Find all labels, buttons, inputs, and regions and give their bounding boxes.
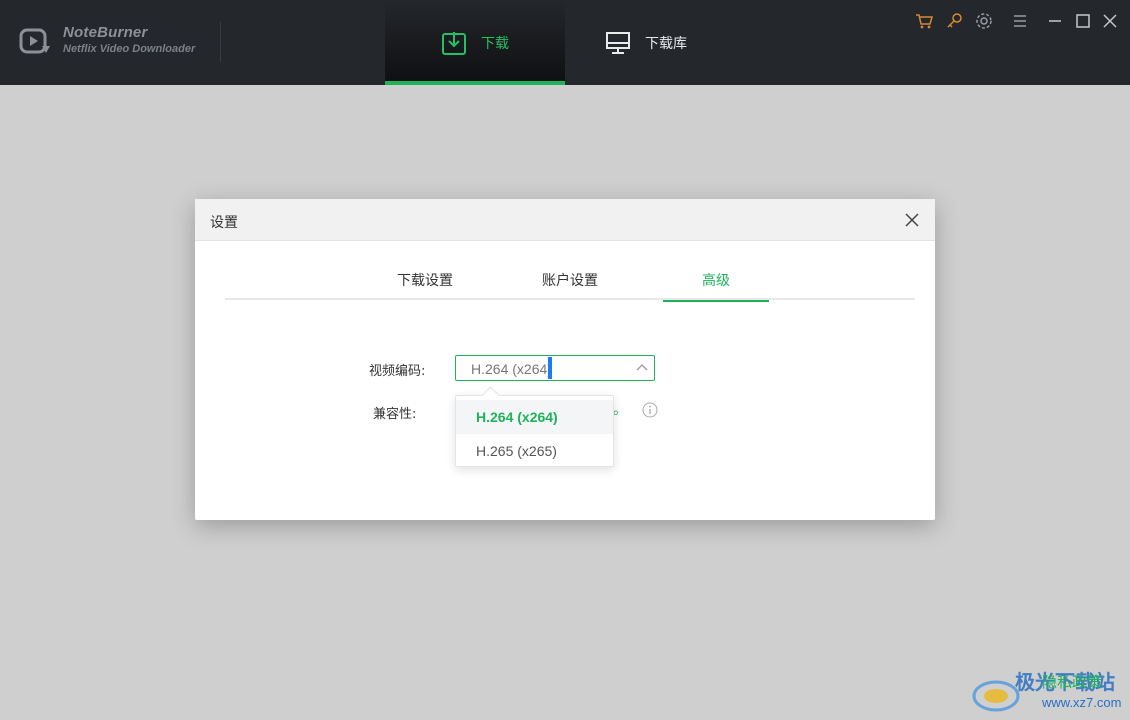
compat-text: 。 — [613, 402, 627, 418]
title-bar: NoteBurner Netflix Video Downloader 下载 下… — [0, 0, 1130, 85]
tab-advanced[interactable]: 高级 — [663, 259, 769, 302]
dropdown-option-h264[interactable]: H.264 (x264) — [456, 400, 613, 434]
info-icon[interactable] — [642, 402, 658, 418]
video-codec-value: H.264 (x264) — [471, 361, 552, 377]
nav-tab-library[interactable]: 下载库 — [605, 0, 715, 85]
close-icon[interactable] — [1101, 12, 1119, 30]
brand-subtitle: Netflix Video Downloader — [63, 43, 196, 55]
nav-download-label: 下载 — [481, 35, 509, 52]
settings-dialog: 设置 下载设置 账户设置 高级 视频编码: H.264 (x264) 兼容性: … — [195, 199, 935, 520]
minimize-icon[interactable] — [1046, 12, 1064, 30]
video-codec-label: 视频编码: — [369, 364, 426, 379]
app-logo-icon — [19, 28, 50, 54]
dialog-title: 设置 — [210, 215, 238, 231]
nav-tab-download[interactable]: 下载 — [385, 0, 565, 85]
chevron-up-icon — [636, 364, 648, 371]
tab-account-settings[interactable]: 账户设置 — [520, 259, 620, 300]
tab-download-settings[interactable]: 下载设置 — [375, 259, 475, 300]
brand-name: NoteBurner — [63, 24, 148, 41]
nav-library-label: 下载库 — [645, 35, 687, 52]
cart-icon[interactable] — [915, 12, 933, 30]
watermark-url: www.xz7.com — [1042, 695, 1122, 710]
text-cursor — [548, 357, 552, 379]
key-icon[interactable] — [946, 12, 964, 30]
download-icon — [442, 31, 466, 55]
maximize-icon[interactable] — [1074, 12, 1092, 30]
monitor-icon — [606, 31, 630, 54]
settings-tabs: 下载设置 账户设置 高级 — [225, 259, 915, 302]
dialog-header: 设置 — [195, 199, 935, 241]
privacy-link[interactable]: 隐私政策 — [1042, 671, 1102, 692]
title-divider — [220, 22, 221, 62]
close-icon[interactable] — [903, 211, 921, 229]
compat-label: 兼容性: — [373, 407, 417, 422]
gear-icon[interactable] — [975, 12, 993, 30]
codec-dropdown: H.264 (x264) H.265 (x265) — [455, 395, 614, 467]
dropdown-option-h265[interactable]: H.265 (x265) — [456, 434, 613, 468]
video-codec-select[interactable]: H.264 (x264) — [455, 355, 655, 381]
menu-icon[interactable] — [1011, 12, 1029, 30]
